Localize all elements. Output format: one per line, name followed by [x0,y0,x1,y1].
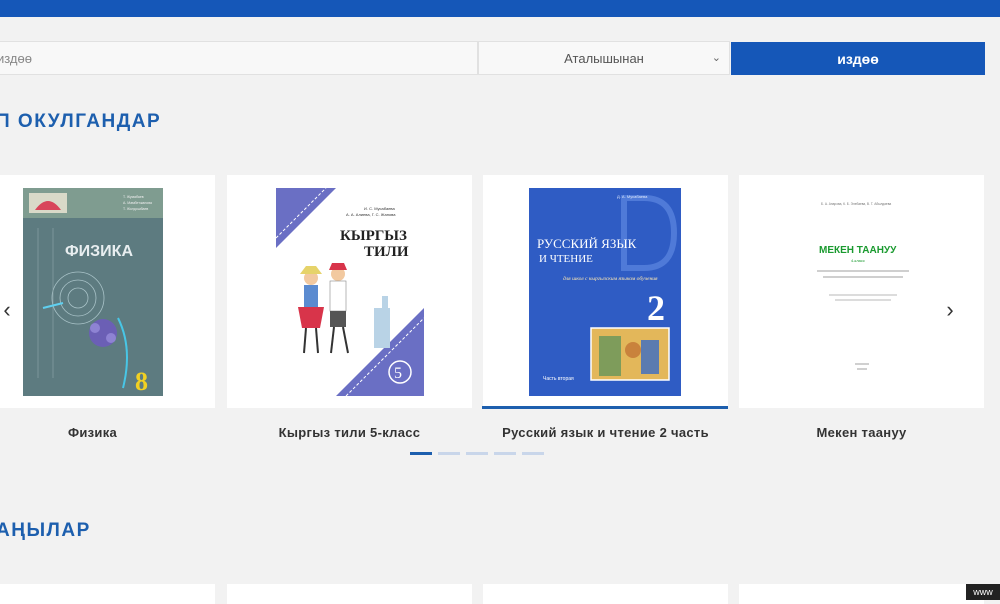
book-card-meken[interactable]: Б. А. Анарова, К. Б. Элебаева, В. Т. Абы… [739,175,984,408]
book-card-kyrgyz[interactable]: И. С. Мусабаева А. А. Алиева, Г. С. Жапо… [227,175,472,408]
search-bar: Аталышынан ⌄ издөө [0,41,1000,75]
pagination-dot-3[interactable] [466,452,488,455]
physics-cover-author-3: Т. Жолдошбаев [123,207,148,211]
meken-cover-title: МЕКЕН ТААНУУ [819,245,897,256]
russian-cover-title-line2: И ЧТЕНИЕ [539,253,593,265]
physics-book-cover: Т. Жумабаев А. Мамбетжанова Т. Жолдошбае… [23,188,163,396]
physics-cover-number: 8 [135,367,148,396]
search-input[interactable] [0,41,478,75]
book-card[interactable] [739,584,984,604]
search-type-value: Аталышынан [564,50,644,66]
footer-badge: www [966,584,1000,600]
kyrgyz-cover-number: 5 [394,365,402,382]
active-card-indicator [482,406,728,409]
book-card[interactable] [483,584,728,604]
pagination-dot-4[interactable] [494,452,516,455]
russian-book-cover: Д. А. Мусабаева РУССКИЙ ЯЗЫК И ЧТЕНИЕ дл… [529,188,681,396]
meken-cover-grade: 4-класс [851,258,865,263]
kyrgyz-cover-author-2: А. А. Алиева, Г. С. Жапова [346,212,396,217]
section-title-new: АҢЫЛАР [0,520,91,541]
book-card-physics[interactable]: Т. Жумабаев А. Мамбетжанова Т. Жолдошбае… [0,175,215,408]
chevron-down-icon: ⌄ [711,52,721,64]
physics-cover-author-2: А. Мамбетжанова [123,201,152,205]
chevron-left-icon[interactable]: ‹ [0,296,18,324]
section-title-popular: П ОКУЛГАНДАР [0,111,162,132]
book-title-physics[interactable]: Физика [0,425,215,440]
top-navigation-bar [0,0,1000,17]
kyrgyz-cover-author-1: И. С. Мусабаева [364,206,395,211]
russian-cover-author: Д. А. Мусабаева [617,194,648,199]
search-button[interactable]: издөө [731,42,985,75]
book-title-kyrgyz[interactable]: Кыргыз тили 5-класс [227,425,472,440]
meken-book-cover: Б. А. Анарова, К. Б. Элебаева, В. Т. Абы… [789,188,935,396]
search-type-select[interactable]: Аталышынан ⌄ [478,41,730,75]
meken-cover-authors: Б. А. Анарова, К. Б. Элебаева, В. Т. Абы… [821,202,891,206]
pagination-dot-5[interactable] [522,452,544,455]
kyrgyz-book-cover: И. С. Мусабаева А. А. Алиева, Г. С. Жапо… [276,188,424,396]
chevron-right-icon[interactable]: › [939,296,961,324]
kyrgyz-cover-title-line1: КЫРГЫЗ [340,228,407,244]
book-title-russian[interactable]: Русский язык и чтение 2 часть [483,425,728,440]
russian-cover-number: 2 [647,288,665,328]
book-card[interactable] [227,584,472,604]
physics-cover-author-1: Т. Жумабаев [123,195,144,199]
pagination-dot-2[interactable] [438,452,460,455]
russian-cover-part: Часть вторая [543,376,574,382]
book-card-russian[interactable]: Д. А. Мусабаева РУССКИЙ ЯЗЫК И ЧТЕНИЕ дл… [483,175,728,408]
physics-cover-title: ФИЗИКА [65,243,133,260]
russian-cover-title-line1: РУССКИЙ ЯЗЫК [537,236,637,251]
carousel-pagination [410,452,544,455]
kyrgyz-cover-title-line2: ТИЛИ [364,244,409,260]
russian-cover-subtitle: для школ с кыргызским языком обучения [563,275,658,282]
book-card[interactable] [0,584,215,604]
book-title-meken[interactable]: Мекен таануу [739,425,984,440]
pagination-dot-1[interactable] [410,452,432,455]
